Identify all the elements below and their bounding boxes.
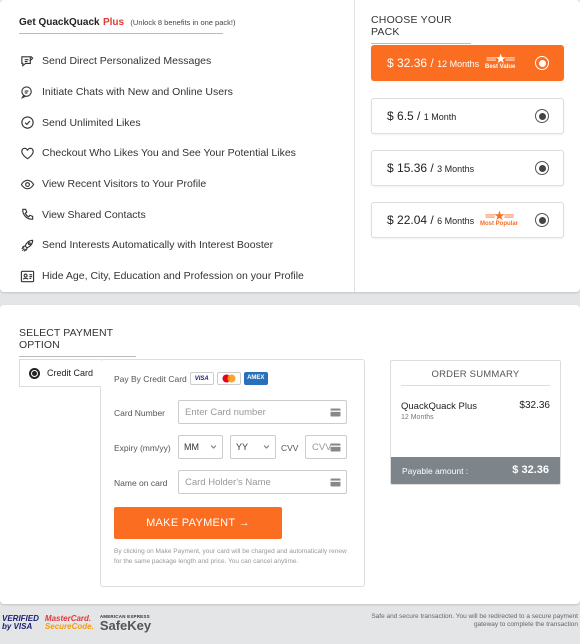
make-payment-button[interactable]: MAKE PAYMENT → bbox=[114, 507, 282, 539]
verified-by-visa-logo: VERIFIED by VISA bbox=[2, 614, 39, 631]
card-number-label: Card Number bbox=[114, 408, 166, 418]
secure-transaction-note: Safe and secure transaction. You will be… bbox=[371, 613, 578, 628]
star-icon: ═★═ bbox=[486, 51, 515, 66]
packs-panel: CHOOSE YOUR PACK $ 32.36 / 12 Months ═★═… bbox=[356, 0, 580, 292]
pack-radio[interactable] bbox=[535, 109, 549, 123]
benefit-item: View Recent Visitors to Your Profile bbox=[19, 169, 304, 200]
id-card-icon bbox=[19, 268, 35, 284]
benefits-panel: Get QuackQuack Plus (Unlock 8 benefits i… bbox=[0, 0, 355, 292]
pack-radio[interactable] bbox=[535, 213, 549, 227]
card-number-input[interactable]: Enter Card number bbox=[178, 400, 347, 424]
pack-radio[interactable] bbox=[535, 56, 549, 70]
card-icon bbox=[330, 478, 341, 487]
payment-title: SELECT PAYMENT OPTION bbox=[19, 327, 136, 357]
order-summary-title: ORDER SUMMARY bbox=[431, 369, 520, 380]
chat-bubbles-icon bbox=[19, 84, 35, 100]
phone-icon bbox=[19, 207, 35, 223]
name-on-card-label: Name on card bbox=[114, 478, 168, 488]
card-form: Pay By Credit Card VISA AMEX Card Number… bbox=[100, 359, 365, 587]
credit-card-tab[interactable]: Credit Card bbox=[19, 359, 101, 387]
visa-logo-icon: VISA bbox=[189, 372, 214, 385]
plan-card: Get QuackQuack Plus (Unlock 8 benefits i… bbox=[0, 0, 580, 292]
pack-option-6-months[interactable]: $ 22.04 / 6 Months ═★═ Most Popular bbox=[371, 202, 564, 238]
chevron-down-icon bbox=[263, 445, 270, 449]
mastercard-securecode-logo: MasterCard. SecureCode. bbox=[44, 614, 94, 631]
star-icon: ═★═ bbox=[485, 208, 513, 223]
card-icon bbox=[330, 408, 341, 417]
pay-by-row: Pay By Credit Card VISA AMEX bbox=[114, 372, 268, 385]
pack-option-3-months[interactable]: $ 15.36 / 3 Months bbox=[371, 150, 564, 186]
summary-price: $32.36 bbox=[519, 400, 550, 411]
payable-amount-bar: Payable amount : $ 32.36 bbox=[391, 457, 560, 484]
eye-icon bbox=[19, 176, 35, 192]
pack-radio[interactable] bbox=[535, 161, 549, 175]
summary-product: QuackQuack Plus bbox=[401, 401, 478, 412]
benefit-item: Send Interests Automatically with Intere… bbox=[19, 230, 304, 261]
amex-safekey-logo: AMERICAN EXPRESS SafeKey bbox=[99, 614, 152, 633]
benefit-item: Send Unlimited Likes bbox=[19, 107, 304, 138]
chevron-down-icon bbox=[210, 445, 217, 449]
message-edit-icon bbox=[19, 53, 35, 69]
best-value-badge: ═★═ Best Value bbox=[485, 51, 516, 70]
benefit-item: Initiate Chats with New and Online Users bbox=[19, 77, 304, 108]
payment-disclaimer: By clicking on Make Payment, your card w… bbox=[114, 548, 347, 565]
benefit-item: View Shared Contacts bbox=[19, 199, 304, 230]
pack-option-12-months[interactable]: $ 32.36 / 12 Months ═★═ Best Value bbox=[371, 45, 564, 81]
most-popular-badge: ═★═ Most Popular bbox=[480, 208, 519, 227]
order-summary: ORDER SUMMARY QuackQuack Plus 12 Months … bbox=[390, 360, 561, 485]
divider bbox=[401, 385, 550, 386]
benefit-list: Send Direct Personalized Messages Initia… bbox=[19, 46, 304, 292]
security-footer: VERIFIED by VISA MasterCard. SecureCode.… bbox=[0, 608, 580, 644]
expiry-year-select[interactable]: YY bbox=[230, 435, 276, 459]
radio-selected-icon bbox=[29, 367, 40, 379]
check-circle-icon bbox=[19, 115, 35, 131]
payment-card: SELECT PAYMENT OPTION Credit Card Pay By… bbox=[0, 305, 580, 604]
benefit-item: Send Direct Personalized Messages bbox=[19, 46, 304, 77]
packs-title: CHOOSE YOUR PACK bbox=[371, 14, 471, 44]
summary-duration: 12 Months bbox=[401, 414, 434, 421]
benefit-item: Checkout Who Likes You and See Your Pote… bbox=[19, 138, 304, 169]
benefits-title: Get QuackQuack Plus (Unlock 8 benefits i… bbox=[19, 14, 235, 34]
card-icon bbox=[330, 443, 341, 452]
cvv-input[interactable]: CVV bbox=[305, 435, 347, 459]
cvv-label: CVV bbox=[281, 443, 299, 453]
expiry-month-select[interactable]: MM bbox=[178, 435, 223, 459]
amex-logo-icon: AMEX bbox=[243, 372, 268, 385]
benefit-item: Hide Age, City, Education and Profession… bbox=[19, 261, 304, 292]
expiry-label: Expiry (mm/yy) bbox=[114, 443, 171, 453]
mastercard-logo-icon bbox=[216, 372, 241, 385]
security-logos: VERIFIED by VISA MasterCard. SecureCode.… bbox=[2, 614, 151, 632]
pack-option-1-month[interactable]: $ 6.5 / 1 Month bbox=[371, 98, 564, 134]
heart-icon bbox=[19, 145, 35, 161]
rocket-icon bbox=[19, 237, 35, 253]
card-holder-name-input[interactable]: Card Holder's Name bbox=[178, 470, 347, 494]
